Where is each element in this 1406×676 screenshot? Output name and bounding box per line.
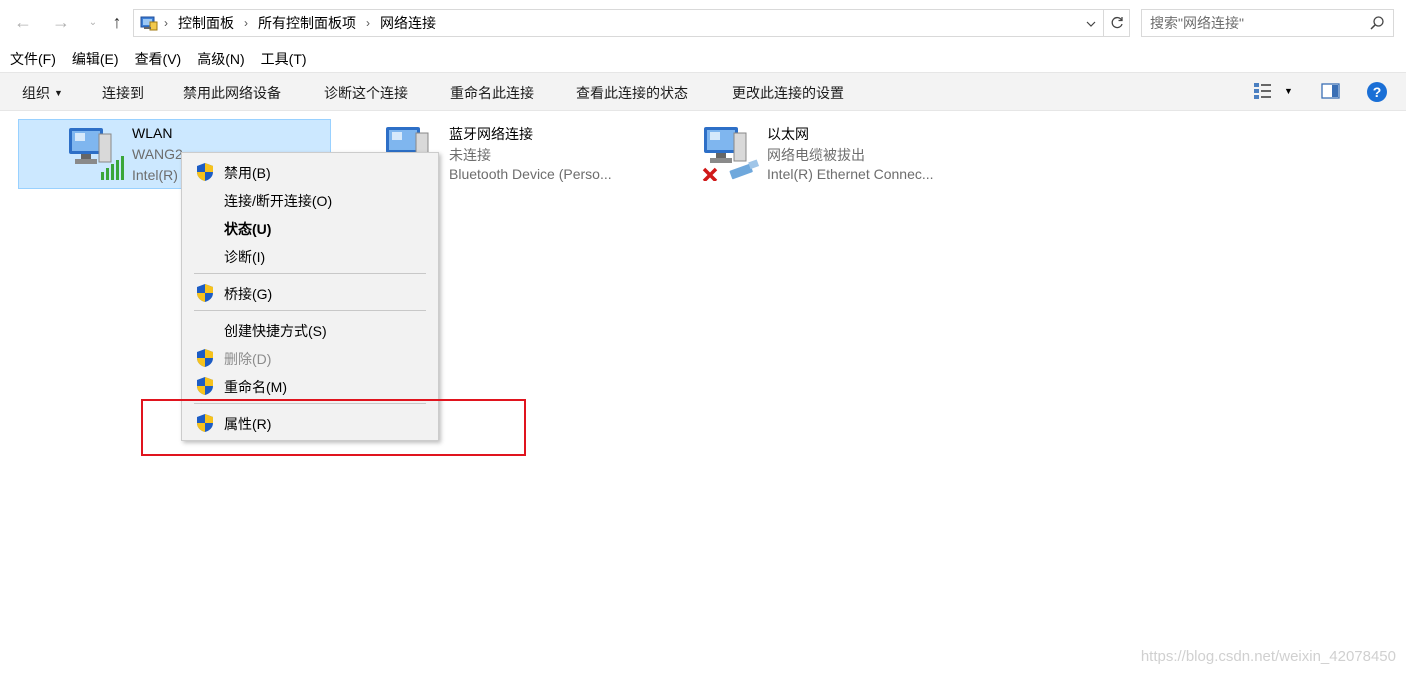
back-arrow-icon[interactable]: ← (12, 10, 34, 34)
organize-button[interactable]: 组织 ▼ (22, 83, 63, 103)
uac-shield-icon (195, 348, 215, 368)
menu-view[interactable]: 查看(V) (135, 49, 182, 69)
view-options-caret-icon[interactable]: ▼ (1284, 86, 1293, 96)
ctx-delete: 删除(D) (182, 345, 438, 371)
ctx-label: 桥接(G) (224, 286, 273, 302)
menu-tools[interactable]: 工具(T) (261, 49, 307, 69)
connection-ethernet[interactable]: 以太网 网络电缆被拔出 Intel(R) Ethernet Connec... (654, 119, 972, 189)
breadcrumb-separator-icon: › (164, 16, 168, 30)
connection-device: Intel(R) (132, 167, 178, 183)
ctx-label: 诊断(I) (224, 249, 266, 265)
uac-shield-icon (195, 376, 215, 396)
ctx-bridge[interactable]: 桥接(G) (182, 280, 438, 306)
connection-device: Bluetooth Device (Perso... (449, 166, 612, 182)
connection-name: WLAN (132, 125, 173, 141)
ctx-label: 删除(D) (224, 351, 272, 367)
connection-name: 以太网 (767, 126, 809, 142)
wifi-computer-icon (67, 124, 125, 182)
ctx-label: 创建快捷方式(S) (224, 323, 327, 339)
menu-divider (194, 310, 426, 311)
ctx-diagnose[interactable]: 诊断(I) (182, 243, 438, 269)
uac-shield-icon (195, 283, 215, 303)
ctx-disable[interactable]: 禁用(B) (182, 159, 438, 185)
caret-down-icon: ▼ (54, 88, 63, 98)
rename-button[interactable]: 重命名此连接 (450, 83, 534, 103)
help-icon[interactable]: ? (1366, 81, 1388, 106)
ctx-label: 重命名(M) (224, 379, 287, 395)
breadcrumb-all-items[interactable]: 所有控制面板项 (254, 13, 360, 33)
search-field[interactable] (1141, 9, 1394, 37)
breadcrumb-separator-icon[interactable]: › (238, 16, 254, 30)
diagnose-button[interactable]: 诊断这个连接 (324, 83, 408, 103)
control-panel-icon (140, 15, 158, 31)
recent-locations-chevron-icon[interactable]: ⌄ (82, 10, 104, 34)
view-status-button[interactable]: 查看此连接的状态 (576, 83, 688, 103)
connection-device: Intel(R) Ethernet Connec... (767, 166, 934, 182)
search-icon[interactable] (1369, 15, 1385, 31)
ctx-create-shortcut[interactable]: 创建快捷方式(S) (182, 317, 438, 343)
preview-pane-icon[interactable] (1321, 82, 1341, 103)
watermark: https://blog.csdn.net/weixin_42078450 (1140, 648, 1396, 665)
ctx-label: 状态(U) (224, 221, 272, 237)
annotation-highlight-box (141, 399, 526, 456)
forward-arrow-icon[interactable]: → (50, 10, 72, 34)
ethernet-computer-icon (702, 123, 760, 183)
address-dropdown-icon[interactable] (1083, 14, 1099, 34)
uac-shield-icon (195, 162, 215, 182)
connect-to-button[interactable]: 连接到 (102, 83, 144, 103)
menu-file[interactable]: 文件(F) (10, 49, 56, 69)
ctx-status[interactable]: 状态(U) (182, 215, 438, 241)
ctx-label: 连接/断开连接(O) (224, 193, 333, 209)
address-box[interactable]: › 控制面板 › 所有控制面板项 › 网络连接 (133, 9, 1130, 37)
disable-device-button[interactable]: 禁用此网络设备 (183, 83, 281, 103)
refresh-icon[interactable] (1103, 10, 1129, 36)
organize-label: 组织 (22, 85, 50, 101)
connection-status: 未连接 (449, 147, 491, 163)
ctx-connect-disconnect[interactable]: 连接/断开连接(O) (182, 187, 438, 213)
ctx-rename[interactable]: 重命名(M) (182, 373, 438, 399)
menu-advanced[interactable]: 高级(N) (197, 49, 244, 69)
menu-divider (194, 273, 426, 274)
connection-status: 网络电缆被拔出 (767, 147, 865, 163)
connection-status: WANG2 (132, 146, 183, 162)
breadcrumb-separator-icon[interactable]: › (360, 16, 376, 30)
up-arrow-icon[interactable]: ↑ (106, 10, 128, 34)
connection-name: 蓝牙网络连接 (449, 126, 533, 142)
svg-text:?: ? (1373, 84, 1382, 100)
context-menu: 禁用(B) 连接/断开连接(O) 状态(U) 诊断(I) 桥接(G) 创建快捷方… (181, 152, 439, 441)
command-toolbar: 组织 ▼ 连接到 禁用此网络设备 诊断这个连接 重命名此连接 查看此连接的状态 更… (0, 72, 1406, 111)
menu-bar: 文件(F) 编辑(E) 查看(V) 高级(N) 工具(T) (0, 46, 1406, 72)
menu-edit[interactable]: 编辑(E) (72, 49, 119, 69)
change-settings-button[interactable]: 更改此连接的设置 (732, 83, 844, 103)
change-view-icon[interactable] (1253, 82, 1273, 103)
ctx-label: 禁用(B) (224, 165, 271, 181)
breadcrumb-network-connections[interactable]: 网络连接 (376, 13, 440, 33)
breadcrumb-control-panel[interactable]: 控制面板 (174, 13, 238, 33)
address-bar-row: ← → ⌄ ↑ › 控制面板 › 所有控制面板项 › 网络连接 (0, 0, 1406, 46)
search-input[interactable] (1150, 10, 1365, 36)
